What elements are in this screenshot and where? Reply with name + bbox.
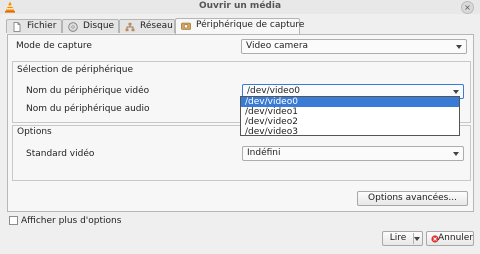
video-device-value: /dev/video0	[247, 86, 300, 96]
capture-device-icon	[181, 22, 191, 30]
chevron-down-icon	[456, 45, 462, 49]
tab-disque-label: Disque	[83, 21, 115, 31]
cancel-icon	[431, 235, 439, 243]
dropdown-option[interactable]: /dev/video0	[241, 97, 459, 107]
tab-disque[interactable]: Disque	[62, 19, 119, 33]
tab-fichier[interactable]: Fichier	[6, 19, 62, 33]
tab-reseau-label: Réseau	[140, 21, 173, 31]
chevron-down-icon	[453, 152, 459, 156]
window-title: Ouvrir un média	[198, 1, 282, 11]
network-icon	[125, 22, 135, 32]
capture-mode-value: Video camera	[246, 41, 309, 51]
advanced-options-button[interactable]: Options avancées...	[357, 191, 468, 206]
dropdown-option[interactable]: /dev/video2	[241, 117, 459, 127]
tab-reseau[interactable]: Réseau	[119, 19, 175, 33]
video-standard-label: Standard vidéo	[26, 149, 95, 159]
audio-device-label: Nom du périphérique audio	[26, 104, 150, 114]
tab-peripherique-capture-label: Périphérique de capture	[196, 20, 305, 30]
close-icon: ×	[464, 3, 471, 12]
tab-fichier-label: Fichier	[27, 21, 57, 31]
video-standard-select[interactable]: Indéfini	[242, 146, 464, 161]
play-button-group[interactable]: Lire	[382, 231, 423, 246]
device-section-title: Sélection de périphérique	[17, 65, 134, 75]
play-button[interactable]: Lire	[383, 232, 413, 245]
dropdown-option[interactable]: /dev/video1	[241, 107, 459, 117]
more-options-checkbox[interactable]	[9, 216, 18, 225]
file-icon	[13, 22, 21, 32]
chevron-down-icon	[453, 90, 459, 94]
more-options-label[interactable]: Afficher plus d'options	[21, 216, 121, 226]
tab-peripherique-capture[interactable]: Périphérique de capture	[175, 18, 304, 34]
options-section-title: Options	[17, 127, 52, 137]
close-button[interactable]: ×	[461, 1, 474, 14]
video-device-label: Nom du périphérique vidéo	[26, 86, 150, 96]
cancel-button-label: Annuler	[438, 233, 474, 243]
chevron-down-icon[interactable]	[414, 237, 420, 241]
dropdown-option[interactable]: /dev/video3	[241, 127, 459, 137]
disc-icon	[68, 22, 78, 32]
capture-mode-label: Mode de capture	[16, 41, 92, 51]
video-standard-value: Indéfini	[247, 148, 281, 158]
capture-mode-select[interactable]: Video camera	[241, 39, 467, 54]
video-device-dropdown: /dev/video0 /dev/video1 /dev/video2 /dev…	[240, 96, 460, 137]
cancel-button[interactable]: Annuler	[426, 231, 474, 246]
title-bar: Ouvrir un média ×	[0, 0, 480, 14]
